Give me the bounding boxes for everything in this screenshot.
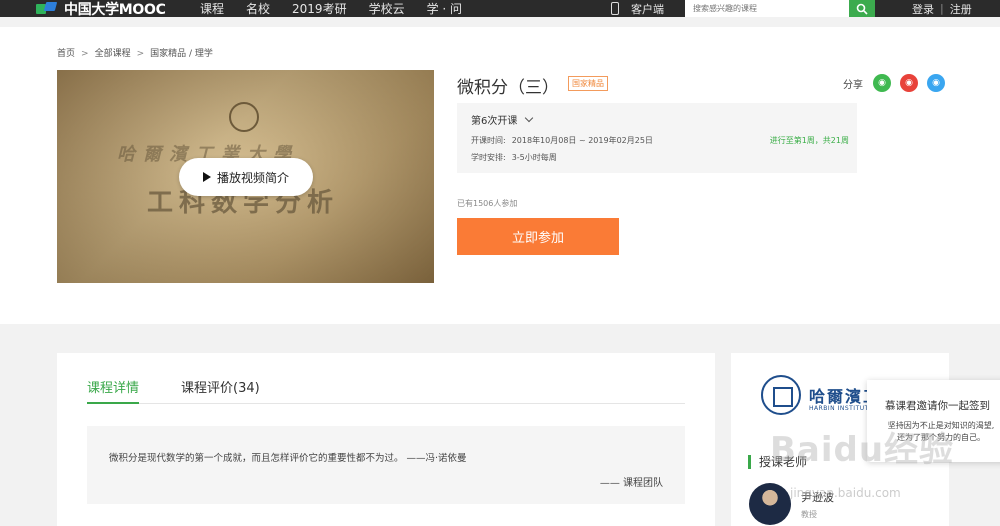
term-selector[interactable]: 第6次开课 [471, 112, 534, 127]
heading-accent-bar [748, 454, 751, 469]
term-info-box: 第6次开课 开课时间: 2018年10月08日 ~ 2019年02月25日 学时安… [457, 103, 857, 173]
weibo-icon[interactable]: ◉ [900, 74, 918, 92]
register-link[interactable]: 注册 [950, 1, 972, 17]
baidu-watermark-url: jingyan.baidu.com [790, 486, 901, 500]
tab-course-detail[interactable]: 课程详情 [87, 377, 140, 404]
breadcrumb-all-courses[interactable]: 全部课程 [95, 49, 131, 59]
course-detail-card: 课程详情 课程评价(34) 微积分是现代数学的第一个成就，而且怎样评价它的重要性… [57, 353, 715, 526]
baidu-watermark: Baidu经验 [770, 430, 955, 470]
hours-key: 学时安排: [471, 153, 506, 162]
play-intro-button[interactable]: 播放视频简介 [179, 158, 313, 196]
quote-text: 微积分是现代数学的第一个成就，而且怎样评价它的重要性都不为过。 ——冯·诺依曼 [109, 453, 467, 464]
school-crest-icon [761, 375, 801, 415]
wechat-icon[interactable]: ◉ [873, 74, 891, 92]
national-quality-badge: 国家精品 [568, 76, 608, 91]
avatar [749, 483, 791, 525]
enrolled-count: 已有1506人参加 [457, 199, 518, 208]
play-icon [202, 172, 211, 182]
nav-links: 课程 名校 2019考研 学校云 学 · 问 [200, 0, 484, 17]
course-quote: 微积分是现代数学的第一个成就，而且怎样评价它的重要性都不为过。 ——冯·诺依曼 … [87, 426, 685, 504]
site-logo[interactable]: 中国大学MOOC [36, 0, 166, 18]
share-label: 分享 [843, 79, 863, 91]
search-input[interactable] [685, 0, 849, 17]
qq-icon[interactable]: ◉ [927, 74, 945, 92]
search-button[interactable] [849, 0, 875, 17]
term-label: 第6次开课 [471, 116, 518, 127]
course-title: 微积分（三） [457, 78, 559, 98]
breadcrumb-sep: > [81, 49, 89, 59]
quote-source: —— 课程团队 [599, 478, 663, 489]
nav-link-xuewen[interactable]: 学 · 问 [427, 0, 462, 17]
search-icon [856, 3, 868, 15]
hours-value: 3-5小时每周 [511, 153, 557, 162]
course-progress: 进行至第1周，共21周 [769, 136, 849, 145]
start-time-key: 开课时间: [471, 136, 506, 145]
nav-link-schools[interactable]: 名校 [246, 0, 270, 17]
mooc-logo-icon [36, 1, 58, 16]
auth-separator: | [940, 2, 944, 15]
nav-link-courses[interactable]: 课程 [200, 0, 224, 17]
school-logo[interactable]: 哈爾濱工 HARBIN INSTITUTE [761, 375, 881, 415]
hours-row: 学时安排: 3-5小时每周 [471, 152, 557, 163]
auth-links: 登录 | 注册 [912, 0, 972, 17]
detail-tabs: 课程详情 课程评价(34) [87, 377, 685, 404]
join-now-button[interactable]: 立即参加 [457, 218, 619, 255]
breadcrumb-sep: > [136, 49, 145, 59]
school-name-en: HARBIN INSTITUTE [809, 405, 874, 412]
chevron-down-icon [525, 113, 534, 122]
breadcrumb-category[interactable]: 国家精品 / 理学 [150, 49, 213, 59]
start-time-row: 开课时间: 2018年10月08日 ~ 2019年02月25日 [471, 135, 653, 146]
teacher-title: 教授 [801, 509, 817, 519]
breadcrumb-home[interactable]: 首页 [57, 49, 75, 59]
tab-course-reviews[interactable]: 课程评价(34) [181, 377, 260, 404]
login-link[interactable]: 登录 [912, 1, 934, 17]
start-time-value: 2018年10月08日 ~ 2019年02月25日 [511, 136, 653, 145]
logo-text: 中国大学MOOC [64, 1, 166, 18]
breadcrumb: 首页 > 全部课程 > 国家精品 / 理学 [57, 46, 213, 59]
play-intro-label: 播放视频简介 [216, 170, 289, 185]
search-bar [685, 0, 875, 17]
popup-title: 慕课君邀请你一起签到 [885, 400, 990, 412]
school-emblem-icon [229, 102, 259, 132]
nav-link-kaoyan[interactable]: 2019考研 [292, 0, 347, 17]
client-download[interactable]: 客户端 [611, 0, 664, 17]
share-bar: 分享 ◉ ◉ ◉ [843, 73, 945, 93]
phone-icon [611, 2, 619, 15]
client-label: 客户端 [631, 2, 664, 16]
nav-link-school-cloud[interactable]: 学校云 [369, 0, 405, 17]
top-nav: 中国大学MOOC 课程 名校 2019考研 学校云 学 · 问 客户端 登录 |… [0, 0, 1000, 18]
